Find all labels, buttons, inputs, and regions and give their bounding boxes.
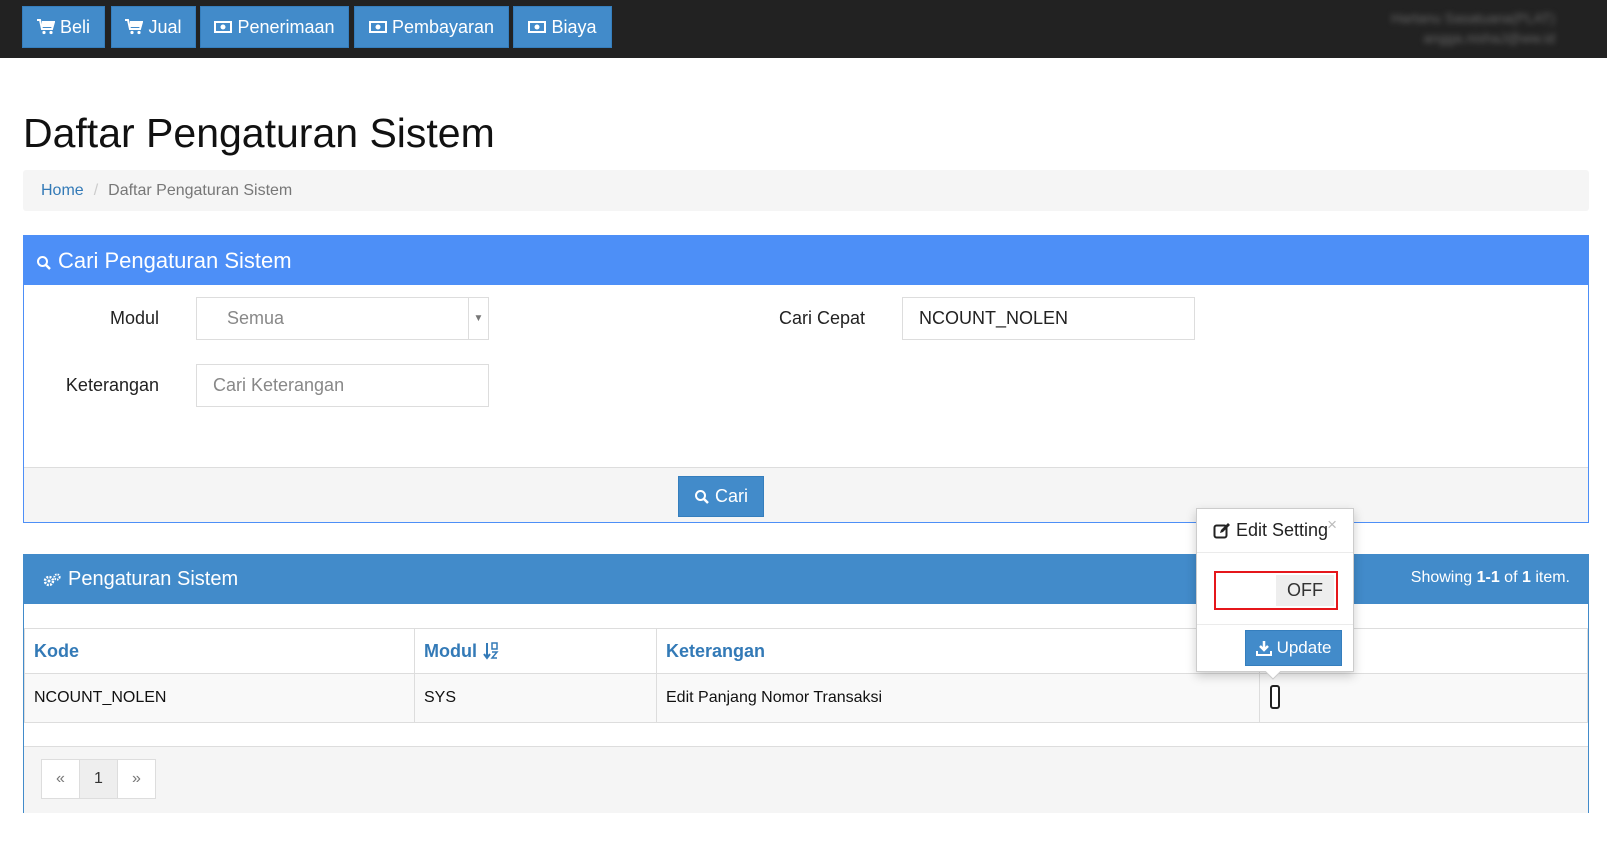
results-panel: Pengaturan Sistem Showing 1-1 of 1 item.… <box>23 554 1589 813</box>
column-header-modul[interactable]: Modul <box>414 628 657 674</box>
search-icon <box>37 255 51 270</box>
on-off-toggle[interactable]: OFF <box>1214 571 1338 610</box>
sort-numeric-icon <box>483 642 499 660</box>
search-button[interactable]: Cari <box>678 476 764 517</box>
user-info[interactable]: Hartanu Sasatuana(PLAT) angga.nishaJ@ww.… <box>1355 8 1555 48</box>
summary-mid: of <box>1499 569 1522 586</box>
column-header-label: Kode <box>34 640 79 661</box>
download-icon <box>1255 641 1272 656</box>
summary-total: 1 <box>1521 569 1531 586</box>
nav-beli-button[interactable]: Beli <box>22 6 105 48</box>
update-button[interactable]: Update <box>1245 630 1342 666</box>
nav-pembayaran-button[interactable]: Pembayaran <box>354 6 509 48</box>
cari-cepat-label: Cari Cepat <box>778 308 865 328</box>
edit-setting-popover: Edit Setting × OFF Update <box>1196 508 1354 672</box>
money-icon <box>214 21 233 33</box>
results-summary: Showing 1-1 of 1 item. <box>1411 569 1570 587</box>
chevron-down-icon: ▼ <box>468 298 488 339</box>
breadcrumb-current: Daftar Pengaturan Sistem <box>108 181 293 199</box>
toggle-on-side[interactable] <box>1218 575 1276 606</box>
popover-title: Edit Setting <box>1236 520 1329 540</box>
keterangan-label: Keterangan <box>65 375 159 395</box>
money-icon <box>368 21 387 33</box>
results-panel-title: Pengaturan Sistem <box>68 568 239 590</box>
popover-footer: Update <box>1197 624 1353 672</box>
modul-select[interactable]: Semua ▼ <box>196 297 489 340</box>
results-footer: « 1 » <box>24 746 1588 813</box>
search-panel-title: Cari Pengaturan Sistem <box>58 247 292 273</box>
summary-range: 1-1 <box>1476 569 1500 586</box>
user-name: Hartanu Sasatuana(PLAT) <box>1391 10 1555 26</box>
search-panel-header: Cari Pengaturan Sistem <box>24 236 1588 285</box>
breadcrumb-home-link[interactable]: Home <box>41 182 84 200</box>
column-header-label: Modul <box>424 640 477 661</box>
nav-penerimaan-label: Penerimaan <box>237 16 335 37</box>
pagination-prev[interactable]: « <box>41 759 80 799</box>
cart-icon <box>125 19 144 35</box>
pagination-next[interactable]: » <box>117 759 156 799</box>
breadcrumb-separator: / <box>93 181 99 199</box>
cart-icon <box>36 19 55 35</box>
column-header-keterangan[interactable]: Keterangan <box>656 628 1260 674</box>
nav-beli-label: Beli <box>59 16 90 37</box>
breadcrumb: Home / Daftar Pengaturan Sistem <box>23 170 1589 211</box>
popover-arrow <box>1265 671 1281 680</box>
user-email: angga.nishaJ@ww.id <box>1423 30 1555 46</box>
pagination: « 1 » <box>41 759 156 799</box>
edit-value-handle[interactable] <box>1270 685 1280 709</box>
money-icon <box>528 21 547 33</box>
search-button-label: Cari <box>714 486 748 506</box>
top-navbar: Beli Jual Penerimaan Pembayaran Biaya Ha… <box>0 0 1607 58</box>
cell-keterangan: Edit Panjang Nomor Transaksi <box>656 673 1260 723</box>
nav-penerimaan-button[interactable]: Penerimaan <box>200 6 349 48</box>
edit-icon <box>1213 522 1230 538</box>
cell-kode: NCOUNT_NOLEN <box>24 673 415 723</box>
nav-biaya-button[interactable]: Biaya <box>513 6 612 48</box>
summary-prefix: Showing <box>1410 569 1477 586</box>
column-header-label: Keterangan <box>666 640 766 661</box>
page-title: Daftar Pengaturan Sistem <box>23 110 495 156</box>
update-button-label: Update <box>1276 638 1332 657</box>
search-icon <box>694 489 709 504</box>
nav-jual-button[interactable]: Jual <box>111 6 196 48</box>
table-row: NCOUNT_NOLEN SYS Edit Panjang Nomor Tran… <box>24 673 1588 723</box>
pagination-page-1[interactable]: 1 <box>79 759 118 799</box>
modul-select-value: Semua <box>227 308 285 328</box>
search-panel: Cari Pengaturan Sistem Modul Semua ▼ Ket… <box>23 235 1589 523</box>
cari-cepat-input[interactable] <box>902 297 1195 340</box>
nav-jual-label: Jual <box>148 16 182 37</box>
cell-actions <box>1259 673 1588 723</box>
summary-suffix: item. <box>1530 569 1570 586</box>
gears-icon <box>43 572 61 586</box>
keterangan-input[interactable] <box>196 364 489 407</box>
nav-pembayaran-label: Pembayaran <box>391 16 495 37</box>
cell-modul: SYS <box>414 673 657 723</box>
nav-biaya-label: Biaya <box>551 16 597 37</box>
modul-label: Modul <box>109 308 159 328</box>
close-icon[interactable]: × <box>1327 515 1337 535</box>
column-header-kode[interactable]: Kode <box>24 628 415 674</box>
toggle-off-side[interactable]: OFF <box>1276 575 1334 606</box>
